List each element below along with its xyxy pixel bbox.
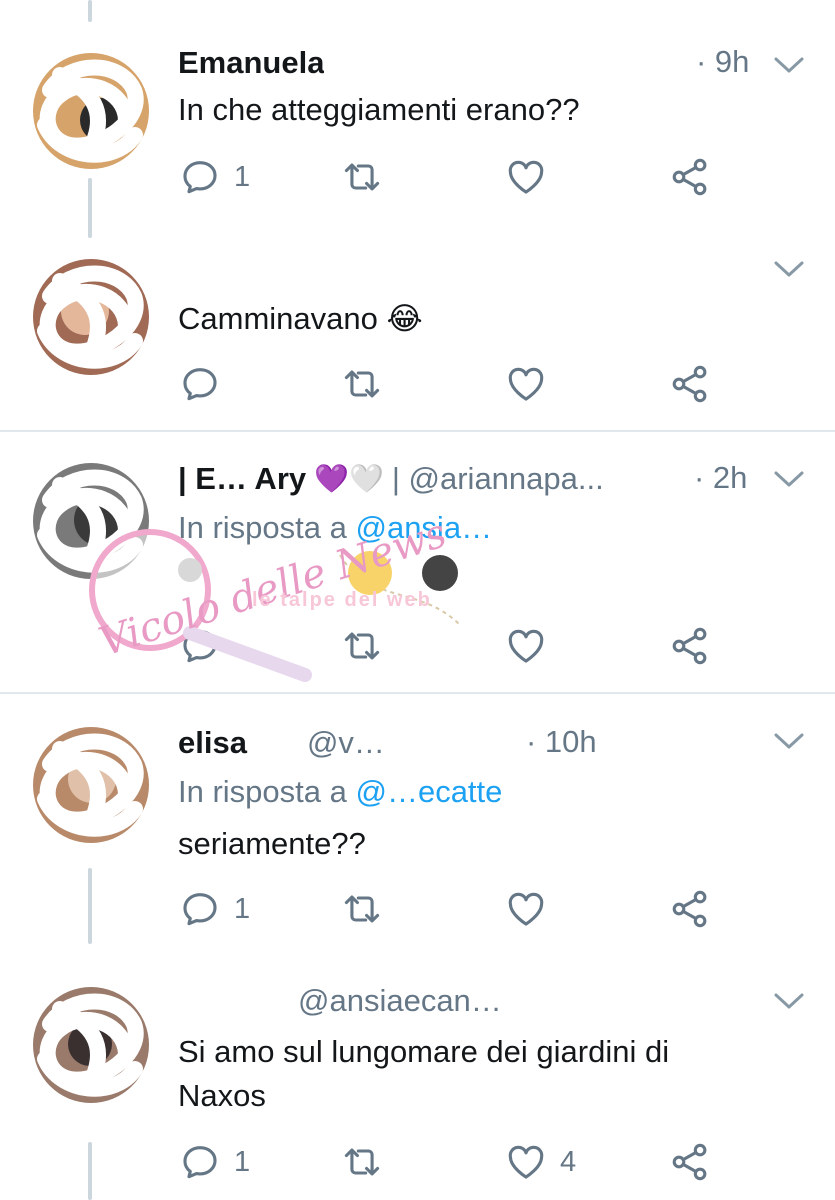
redaction [178, 252, 558, 282]
share-icon [668, 887, 712, 931]
thread-line [88, 0, 92, 22]
handle[interactable]: @v… [307, 724, 385, 762]
retweet-icon [340, 887, 384, 931]
thread-line [88, 178, 92, 238]
replying-prefix: In risposta a [178, 774, 356, 809]
retweet-button[interactable] [340, 155, 384, 199]
heart-icon [504, 362, 548, 406]
reply-icon [178, 887, 222, 931]
reply-button[interactable] [178, 362, 234, 406]
reply-count: 1 [234, 892, 251, 925]
share-icon [668, 155, 712, 199]
like-button[interactable] [504, 155, 548, 199]
tweet-header [178, 252, 558, 282]
name-badges: 💜🤍 [314, 463, 384, 494]
replying-to: In risposta a @…ecatte [178, 774, 502, 810]
tweet-header: @ansiaecan… [178, 982, 502, 1020]
chevron-down-icon[interactable] [772, 468, 806, 490]
display-name[interactable]: | E… Ary [178, 460, 306, 498]
mention-link[interactable]: @…ecatte [355, 774, 502, 809]
timestamp[interactable]: · 2h [694, 460, 747, 496]
reply-icon [178, 362, 222, 406]
like-count: 4 [560, 1145, 577, 1178]
like-button[interactable] [504, 362, 548, 406]
tweet-actions: 1 [178, 155, 738, 201]
reply-icon [178, 624, 222, 668]
reply-icon [178, 155, 222, 199]
like-button[interactable] [504, 887, 548, 931]
tweet[interactable]: | E… Ary 💜🤍 | @ariannapa... · 2h In risp… [0, 432, 835, 692]
chevron-down-icon[interactable] [772, 990, 806, 1012]
tweet-actions [178, 362, 738, 408]
chevron-down-icon[interactable] [772, 730, 806, 752]
redaction [324, 48, 645, 78]
tweet-actions [178, 624, 738, 670]
mention-link[interactable]: @ansia… [355, 510, 492, 545]
tweet-header: elisa @v… [178, 724, 385, 762]
display-name[interactable]: elisa [178, 724, 247, 762]
retweet-button[interactable] [340, 624, 384, 668]
tweet-text: Si amo sul lungomare dei giardini di Nax… [178, 1034, 670, 1113]
share-icon [668, 362, 712, 406]
avatar[interactable] [30, 984, 152, 1106]
handle[interactable]: @ansiaecan… [298, 982, 502, 1020]
share-icon [668, 624, 712, 668]
chevron-down-icon[interactable] [772, 54, 806, 76]
replying-prefix: In risposta a [178, 510, 356, 545]
tweet-text: In che atteggiamenti erano?? [178, 92, 580, 127]
retweet-button[interactable] [340, 362, 384, 406]
tweet-actions: 1 4 [178, 1140, 738, 1186]
avatar[interactable] [30, 50, 152, 172]
replying-to: In risposta a @ansia… [178, 510, 492, 546]
retweet-icon [340, 155, 384, 199]
timestamp[interactable]: · 10h [526, 724, 597, 760]
share-icon [668, 1140, 712, 1184]
share-button[interactable] [668, 1140, 712, 1184]
tweet[interactable]: Emanuela · 9h In che atteggiamenti erano… [0, 0, 835, 430]
handle[interactable]: | @ariannapa... [392, 460, 604, 498]
timestamp[interactable]: · 9h [696, 44, 749, 80]
tweet-text: seriamente?? [178, 826, 366, 861]
heart-icon [504, 887, 548, 931]
retweet-icon [340, 1140, 384, 1184]
avatar[interactable] [30, 724, 152, 846]
tweet-actions: 1 [178, 887, 738, 933]
retweet-icon [340, 624, 384, 668]
display-name[interactable]: Emanuela [178, 44, 324, 82]
like-button[interactable] [504, 624, 548, 668]
reply-button[interactable]: 1 [178, 887, 250, 931]
avatar[interactable] [30, 256, 152, 378]
tweet-text: Camminavano 😂 [178, 301, 423, 336]
retweet-button[interactable] [340, 1140, 384, 1184]
share-button[interactable] [668, 624, 712, 668]
reply-button[interactable]: 1 [178, 1140, 250, 1184]
tweet-header: Emanuela [178, 44, 645, 82]
reply-button[interactable]: 1 [178, 155, 250, 199]
heart-icon [504, 1140, 548, 1184]
thread-line [88, 868, 92, 944]
reply-icon [178, 1140, 222, 1184]
tweet[interactable]: elisa @v… · 10h In risposta a @…ecatte s… [0, 694, 835, 1200]
thread-line [88, 1142, 92, 1200]
like-button[interactable]: 4 [504, 1140, 576, 1184]
share-button[interactable] [668, 155, 712, 199]
chevron-down-icon[interactable] [772, 258, 806, 280]
heart-icon [504, 624, 548, 668]
retweet-button[interactable] [340, 887, 384, 931]
retweet-icon [340, 362, 384, 406]
heart-icon [504, 155, 548, 199]
reply-count: 1 [234, 160, 251, 193]
reply-button[interactable] [178, 624, 234, 668]
avatar[interactable] [30, 460, 152, 582]
reply-count: 1 [234, 1145, 251, 1178]
tweet-header: | E… Ary 💜🤍 | @ariannapa... [178, 460, 604, 498]
share-button[interactable] [668, 887, 712, 931]
share-button[interactable] [668, 362, 712, 406]
